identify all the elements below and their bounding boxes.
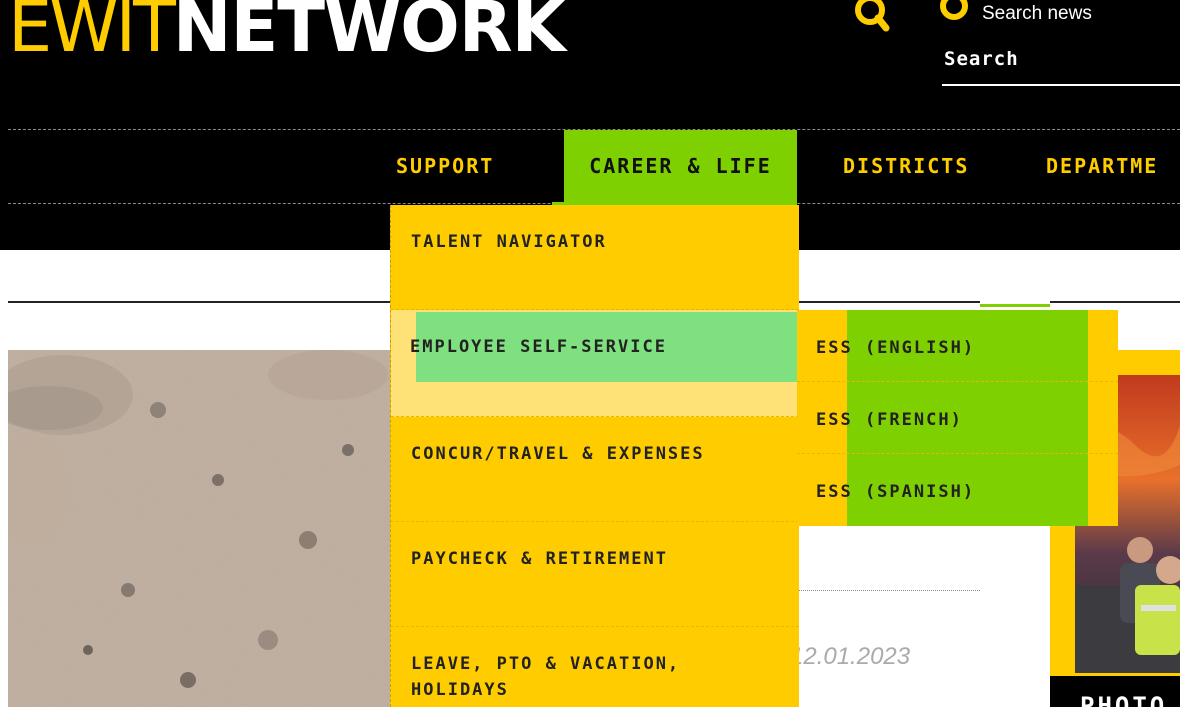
dropdown-item-label: PAYCHECK & RETIREMENT [411, 549, 668, 569]
nav-item-departments[interactable]: DEPARTME [1046, 130, 1158, 202]
dropdown-item-concur-travel-expenses[interactable]: CONCUR/TRAVEL & EXPENSES [391, 417, 799, 522]
search-news-label: Search news [982, 3, 1092, 24]
nav-item-districts[interactable]: DISTRICTS [843, 130, 969, 202]
site-logo[interactable]: EWITNETWORK [8, 0, 566, 72]
article-date: 12.01.2023 [790, 643, 911, 670]
photo-card-caption: PHOTO [1050, 676, 1180, 707]
dropdown-item-label: LEAVE, PTO & VACATION, HOLIDAYS [411, 654, 681, 700]
search-input-label: Search [944, 48, 1019, 70]
article-divider [798, 590, 980, 591]
dropdown-item-label-ess: EMPLOYEE SELF-SERVICE [410, 337, 667, 357]
nav-item-label: DISTRICTS [843, 154, 970, 178]
submenu-item-label: ESS (SPANISH) [816, 482, 976, 502]
nav-item-label: SUPPORT [396, 154, 495, 178]
submenu-item-ess-english[interactable]: ESS (ENGLISH) [797, 310, 1118, 382]
submenu-item-label: ESS (FRENCH) [816, 410, 963, 430]
submenu-item-ess-spanish[interactable]: ESS (SPANISH) [797, 454, 1118, 526]
submenu-item-label: ESS (ENGLISH) [816, 338, 976, 358]
nav-item-support[interactable]: SUPPORT [396, 130, 494, 202]
nav-item-label: DEPARTME [1046, 154, 1159, 178]
content-divider-right [1050, 301, 1180, 303]
career-life-dropdown: TALENT NAVIGATOR CONCUR/TRAVEL & EXPENSE… [390, 205, 799, 707]
nav-item-label: CAREER & LIFE [589, 154, 772, 178]
logo-bold-text: NETWORK [172, 0, 566, 68]
ess-submenu-items: ESS (ENGLISH) ESS (FRENCH) ESS (SPANISH) [797, 310, 1118, 526]
submenu-item-ess-french[interactable]: ESS (FRENCH) [797, 382, 1118, 454]
article-photo-gravel[interactable] [8, 350, 390, 707]
dropdown-item-label: CONCUR/TRAVEL & EXPENSES [411, 444, 705, 464]
dropdown-item-talent-navigator[interactable]: TALENT NAVIGATOR [391, 205, 799, 310]
nav-item-career-life[interactable]: CAREER & LIFE [564, 130, 797, 202]
dropdown-item-label: TALENT NAVIGATOR [411, 232, 607, 252]
content-divider-accent [980, 304, 1050, 307]
logo-thin-text: EWIT [8, 0, 176, 68]
dropdown-item-leave-pto[interactable]: LEAVE, PTO & VACATION, HOLIDAYS [391, 627, 799, 707]
dropdown-item-paycheck-retirement[interactable]: PAYCHECK & RETIREMENT [391, 522, 799, 627]
search-icon[interactable] [850, 0, 894, 39]
search-news-radio[interactable] [938, 0, 970, 29]
